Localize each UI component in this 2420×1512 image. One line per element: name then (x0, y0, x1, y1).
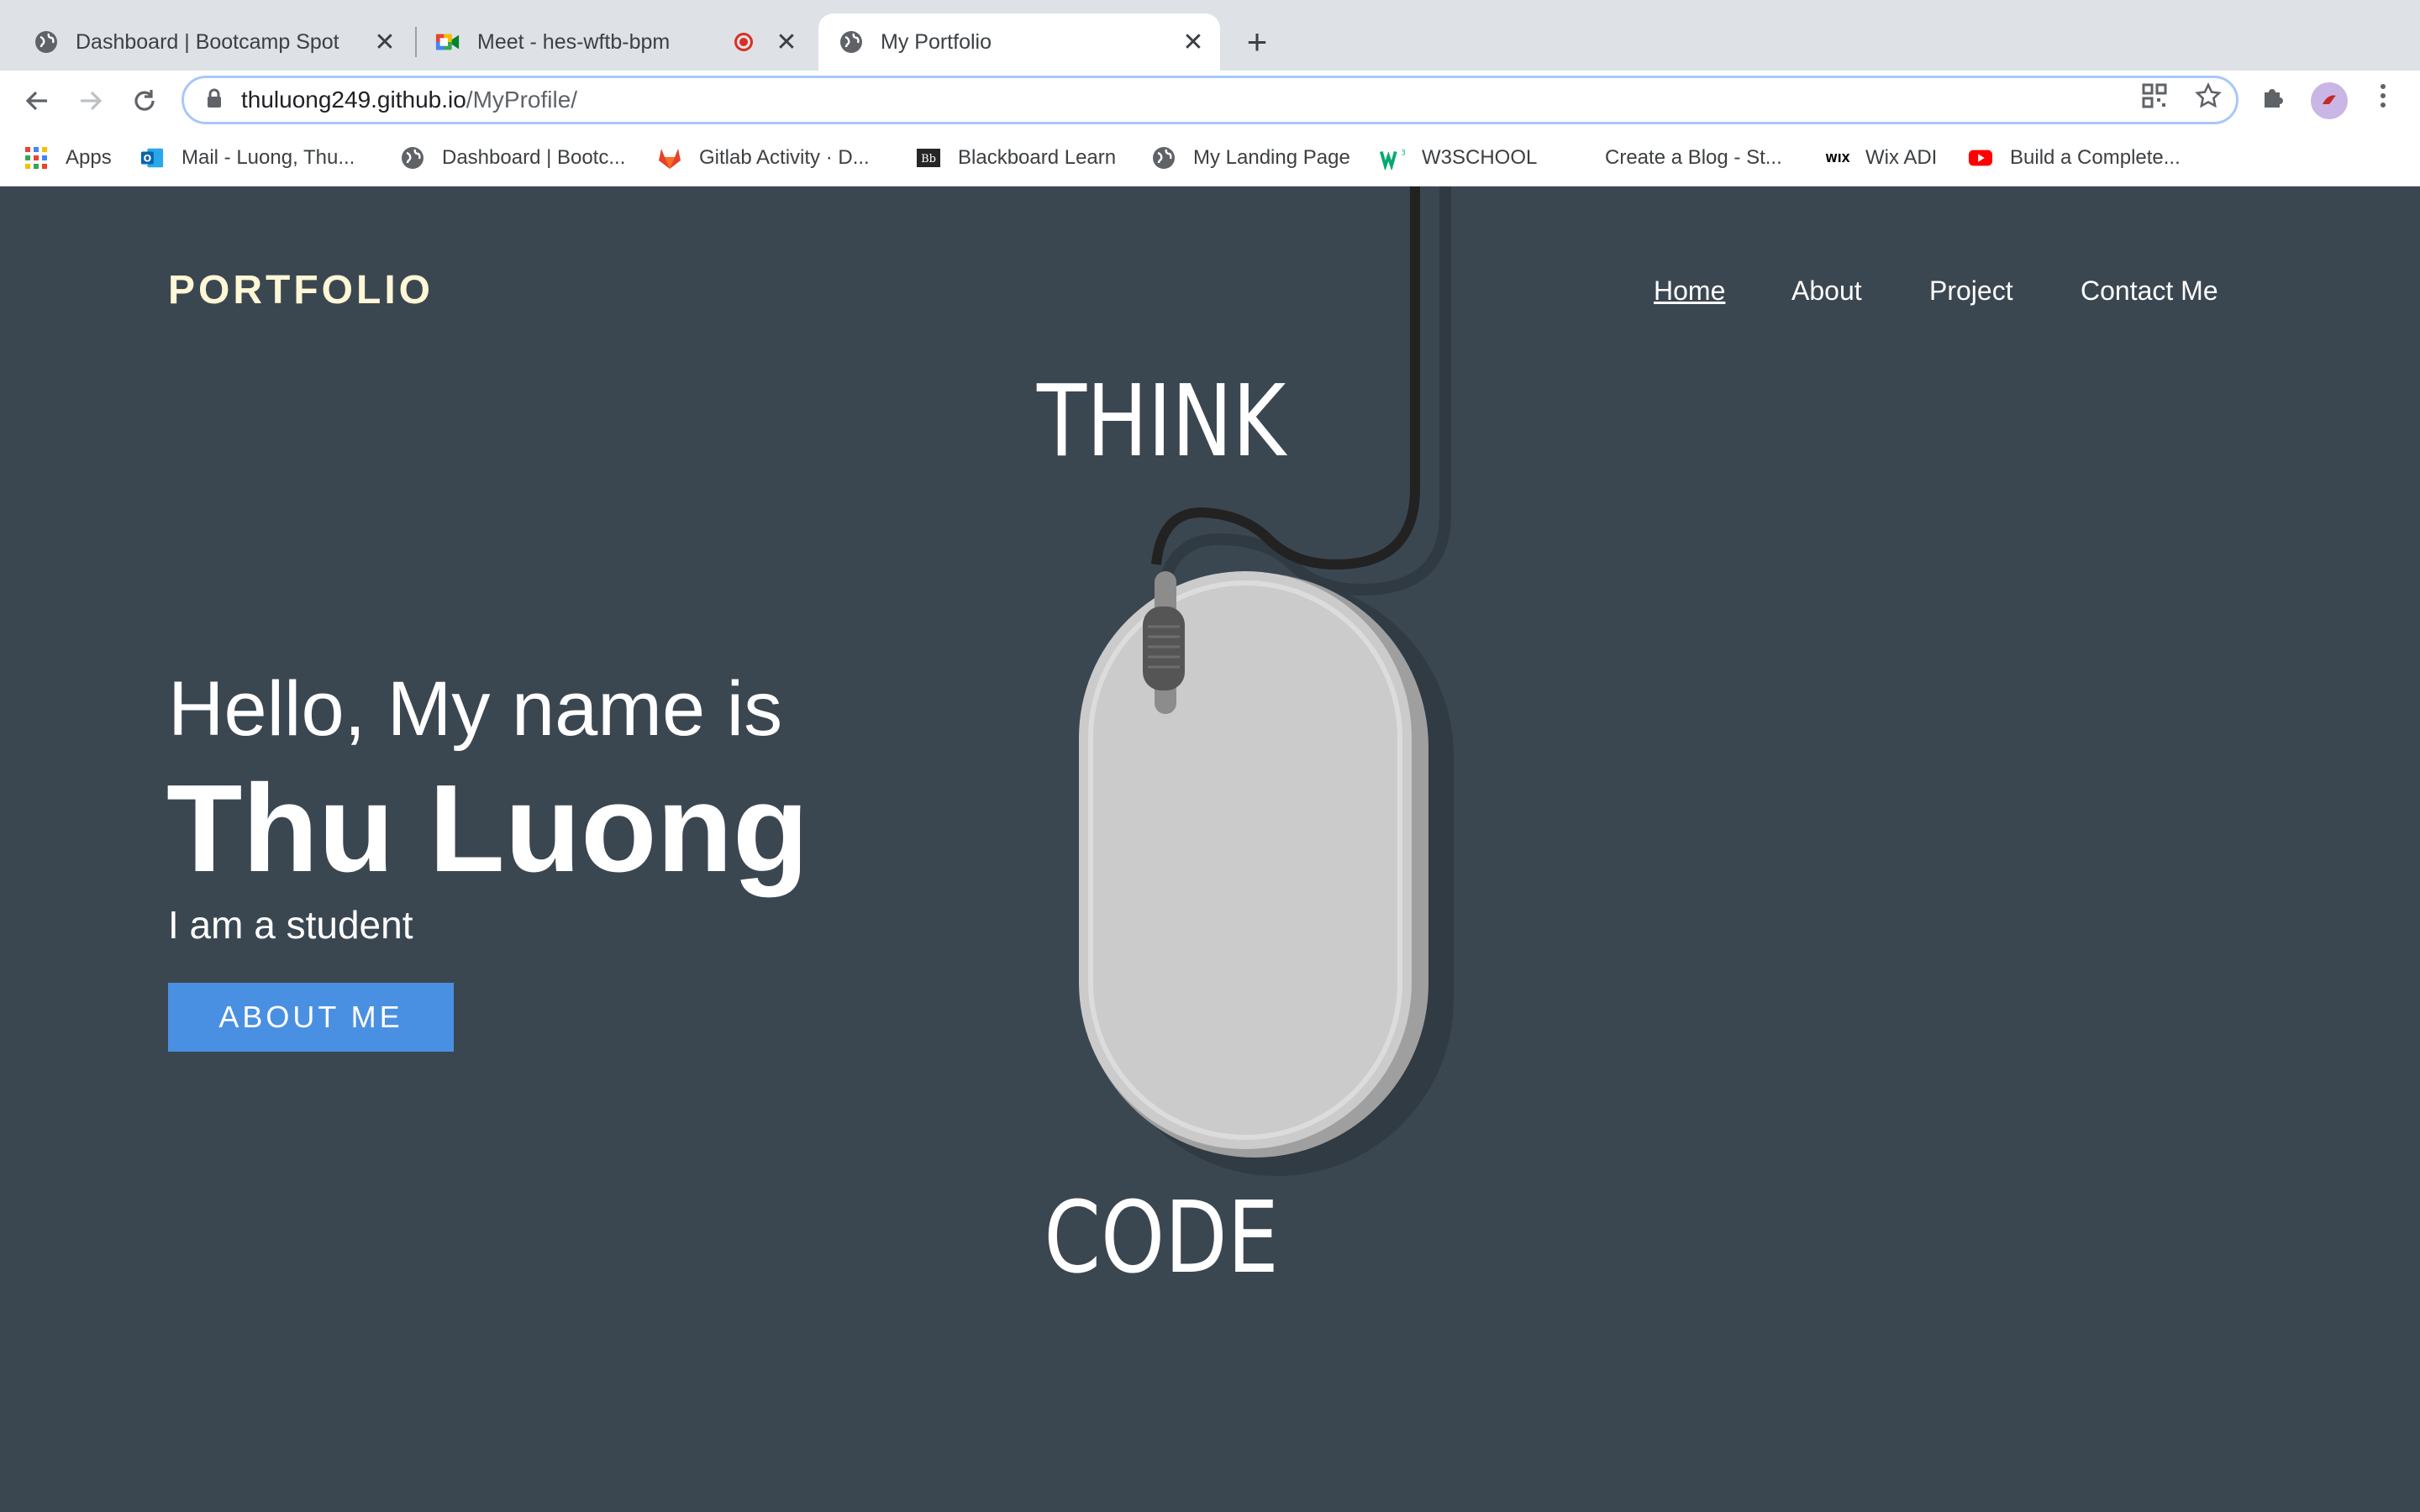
bookmark-label: My Landing Page (1193, 146, 1350, 169)
portfolio-page: THINK CODE PORTFOLIO Home About Project … (0, 186, 2420, 1512)
extensions-icon[interactable] (2257, 79, 2291, 113)
new-tab-button[interactable]: + (1237, 22, 1277, 62)
bookmark-build-complete[interactable]: Build a Complete... (1968, 143, 2181, 173)
bookmark-dashboard[interactable]: Dashboard | Bootc... (400, 143, 625, 173)
outlook-icon: O (139, 145, 165, 171)
hero-name: Thu Luong (166, 759, 809, 898)
globe-icon (1151, 145, 1176, 171)
globe-icon (34, 29, 59, 55)
bookmark-wix-adi[interactable]: WIX Wix ADI (1823, 143, 1937, 173)
bird-icon (2323, 95, 2336, 104)
url-text: thuluong249.github.io/MyProfile/ (241, 87, 577, 113)
think-code-mouse-illustration: THINK CODE (1036, 186, 1454, 1296)
browser-tab-strip: Dashboard | Bootcamp Spot ✕ Meet - hes-w… (0, 0, 2420, 71)
tab-google-meet[interactable]: Meet - hes-wftb-bpm ✕ (402, 13, 813, 71)
profile-avatar[interactable] (2311, 82, 2348, 119)
apps-grid-icon (24, 145, 49, 171)
bookmark-label: Create a Blog - St... (1605, 146, 1782, 169)
svg-text:O: O (144, 154, 152, 165)
reload-icon (134, 90, 155, 111)
bookmark-label: Wix ADI (1865, 146, 1938, 169)
mouse-body (1079, 571, 1412, 1149)
lock-icon[interactable] (206, 88, 223, 113)
nav-about[interactable]: About (1791, 276, 1862, 307)
bookmark-blackboard[interactable]: Bb Blackboard Learn (916, 143, 1116, 173)
blackboard-icon: Bb (916, 145, 941, 171)
close-icon[interactable]: ✕ (1176, 25, 1210, 59)
url-path: /MyProfile/ (466, 87, 578, 113)
nav-project[interactable]: Project (1929, 276, 2013, 307)
back-button[interactable] (17, 81, 57, 121)
youtube-icon (1968, 145, 1993, 171)
tab-title: Meet - hes-wftb-bpm (477, 29, 671, 54)
think-text: THINK (1036, 365, 1288, 480)
bookmark-label: Apps (66, 146, 112, 169)
bookmark-gitlab[interactable]: Gitlab Activity · D... (657, 143, 870, 173)
gitlab-icon (657, 145, 682, 171)
forward-button[interactable] (71, 81, 111, 121)
qr-code-icon[interactable] (2138, 79, 2171, 113)
bookmark-landing-page[interactable]: My Landing Page (1151, 143, 1350, 173)
wix-icon: WIX (1823, 145, 1852, 171)
tab-bootcamp-dashboard[interactable]: Dashboard | Bootcamp Spot ✕ (0, 13, 412, 71)
svg-text:Bb: Bb (921, 153, 936, 165)
hero-intro: Hello, My name is (168, 666, 783, 752)
hero-role: I am a student (168, 903, 413, 947)
code-text: CODE (1044, 1181, 1278, 1296)
recording-icon (734, 33, 753, 51)
more-menu-icon[interactable] (2366, 79, 2400, 113)
bookmark-w3school[interactable]: 3 W3SCHOOL (1380, 143, 1537, 173)
site-logo[interactable]: PORTFOLIO (168, 267, 434, 313)
arrow-right-icon (81, 91, 103, 111)
star-icon[interactable] (2191, 79, 2225, 113)
bookmark-label: Blackboard Learn (958, 146, 1117, 169)
arrow-left-icon (25, 91, 47, 111)
google-meet-icon (435, 29, 460, 55)
about-me-button[interactable]: ABOUT ME (168, 983, 454, 1052)
bookmark-label: W3SCHOOL (1422, 146, 1538, 169)
nav-home[interactable]: Home (1654, 276, 1725, 307)
tab-title: Dashboard | Bootcamp Spot (76, 29, 339, 54)
tab-my-portfolio[interactable]: My Portfolio ✕ (818, 13, 1220, 71)
close-icon[interactable]: ✕ (368, 25, 402, 59)
address-bar[interactable]: thuluong249.github.io/MyProfile/ (182, 76, 2238, 124)
globe-icon (400, 145, 425, 171)
bookmark-label: Mail - Luong, Thu... (182, 146, 355, 169)
bookmark-label: Gitlab Activity · D... (699, 146, 870, 169)
reload-button[interactable] (124, 81, 165, 121)
svg-text:3: 3 (1401, 148, 1405, 156)
url-host: thuluong249.github.io (241, 87, 466, 113)
close-icon[interactable]: ✕ (770, 25, 803, 59)
bookmark-mail[interactable]: O Mail - Luong, Thu... (139, 143, 355, 173)
svg-text:WIX: WIX (1825, 153, 1849, 165)
bookmark-label: Build a Complete... (2010, 146, 2181, 169)
tab-title: My Portfolio (881, 29, 992, 54)
bookmark-apps[interactable]: Apps (24, 143, 112, 173)
nav-contact-me[interactable]: Contact Me (2081, 276, 2218, 307)
globe-icon (839, 29, 864, 55)
browser-toolbar: thuluong249.github.io/MyProfile/ (0, 71, 2420, 131)
bookmarks-bar: Apps O Mail - Luong, Thu... Dashboard | … (0, 131, 2420, 186)
bookmark-label: Dashboard | Bootc... (442, 146, 626, 169)
w3schools-icon: 3 (1380, 145, 1405, 171)
bookmark-create-blog[interactable]: Create a Blog - St... (1605, 143, 1782, 173)
scroll-wheel (1143, 606, 1185, 690)
